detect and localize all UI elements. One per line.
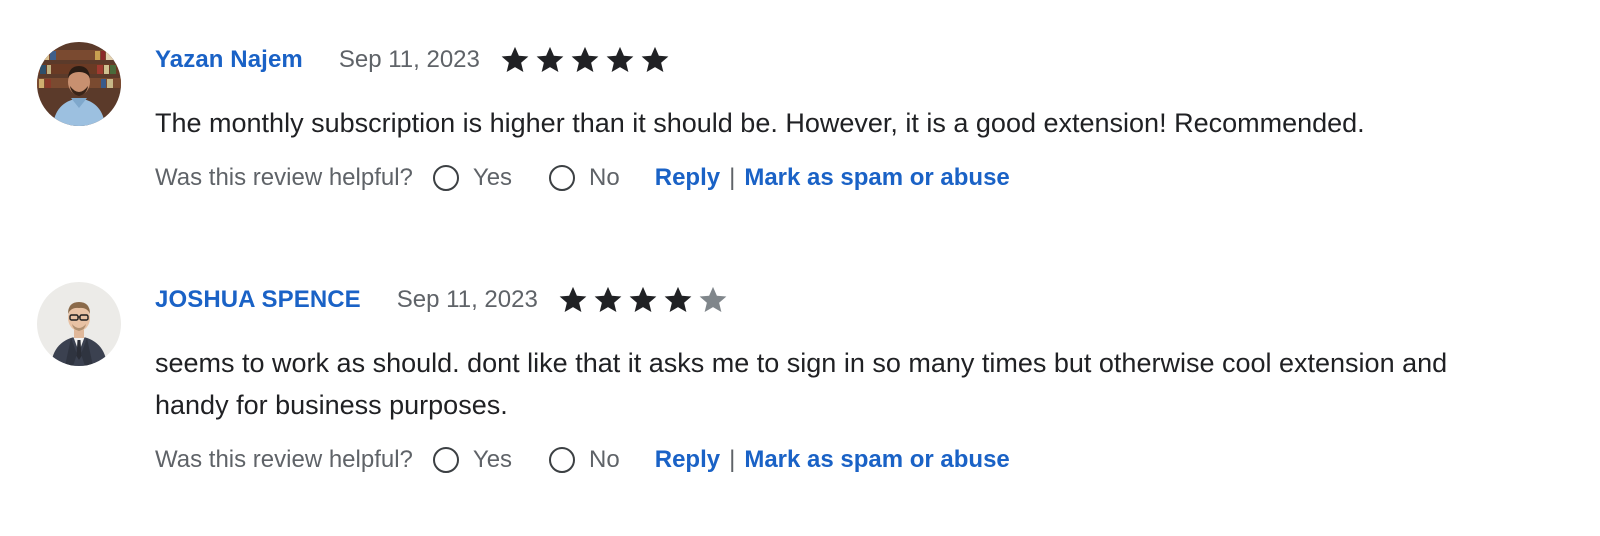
star-filled-icon bbox=[559, 286, 587, 312]
star-filled-icon bbox=[571, 46, 599, 72]
avatar-photo-icon bbox=[37, 42, 121, 126]
reviewer-name-link[interactable]: JOSHUA SPENCE bbox=[155, 286, 361, 314]
star-filled-icon bbox=[664, 286, 692, 312]
radio-circle-icon[interactable] bbox=[549, 447, 576, 473]
helpful-bar: Was this review helpful? Yes No Reply | … bbox=[155, 442, 1010, 478]
review-header: Yazan Najem Sep 11, 2023 bbox=[155, 42, 675, 78]
avatar bbox=[37, 42, 121, 126]
star-rating bbox=[558, 285, 733, 315]
star-filled-icon bbox=[536, 46, 564, 72]
review-date: Sep 11, 2023 bbox=[396, 286, 538, 313]
helpful-no-radio[interactable]: No bbox=[549, 446, 620, 474]
reviewer-name-link[interactable]: Yazan Najem bbox=[155, 46, 303, 74]
review-text: seems to work as should. dont like that … bbox=[155, 348, 1448, 420]
radio-circle-icon[interactable] bbox=[432, 447, 459, 473]
helpful-question: Was this review helpful? bbox=[155, 446, 413, 473]
mark-spam-link[interactable]: Mark as spam or abuse bbox=[744, 164, 1009, 192]
star-rating bbox=[500, 45, 675, 75]
link-separator: | bbox=[729, 446, 736, 473]
star-filled-icon bbox=[641, 46, 669, 72]
mark-spam-link[interactable]: Mark as spam or abuse bbox=[744, 446, 1009, 474]
radio-circle-icon[interactable] bbox=[549, 165, 576, 191]
review-text: The monthly subscription is higher than … bbox=[155, 108, 1365, 138]
helpful-no-radio[interactable]: No bbox=[549, 164, 620, 192]
avatar-photo-icon bbox=[37, 282, 121, 366]
helpful-yes-label: Yes bbox=[472, 446, 513, 473]
star-filled-icon bbox=[629, 286, 657, 312]
helpful-question: Was this review helpful? bbox=[155, 164, 413, 191]
reply-link[interactable]: Reply bbox=[655, 164, 720, 192]
review-date: Sep 11, 2023 bbox=[338, 46, 480, 73]
star-empty-icon bbox=[699, 286, 727, 312]
avatar bbox=[37, 282, 121, 366]
helpful-yes-radio[interactable]: Yes bbox=[432, 446, 513, 474]
link-separator: | bbox=[729, 164, 736, 191]
helpful-yes-radio[interactable]: Yes bbox=[432, 164, 513, 192]
reply-link[interactable]: Reply bbox=[655, 446, 720, 474]
helpful-no-label: No bbox=[589, 446, 620, 473]
star-filled-icon bbox=[594, 286, 622, 312]
review-header: JOSHUA SPENCE Sep 11, 2023 bbox=[155, 282, 733, 318]
helpful-bar: Was this review helpful? Yes No Reply | … bbox=[155, 160, 1010, 196]
star-filled-icon bbox=[606, 46, 634, 72]
helpful-no-label: No bbox=[589, 164, 620, 191]
star-filled-icon bbox=[501, 46, 529, 72]
helpful-yes-label: Yes bbox=[472, 164, 513, 191]
radio-circle-icon[interactable] bbox=[432, 165, 459, 191]
